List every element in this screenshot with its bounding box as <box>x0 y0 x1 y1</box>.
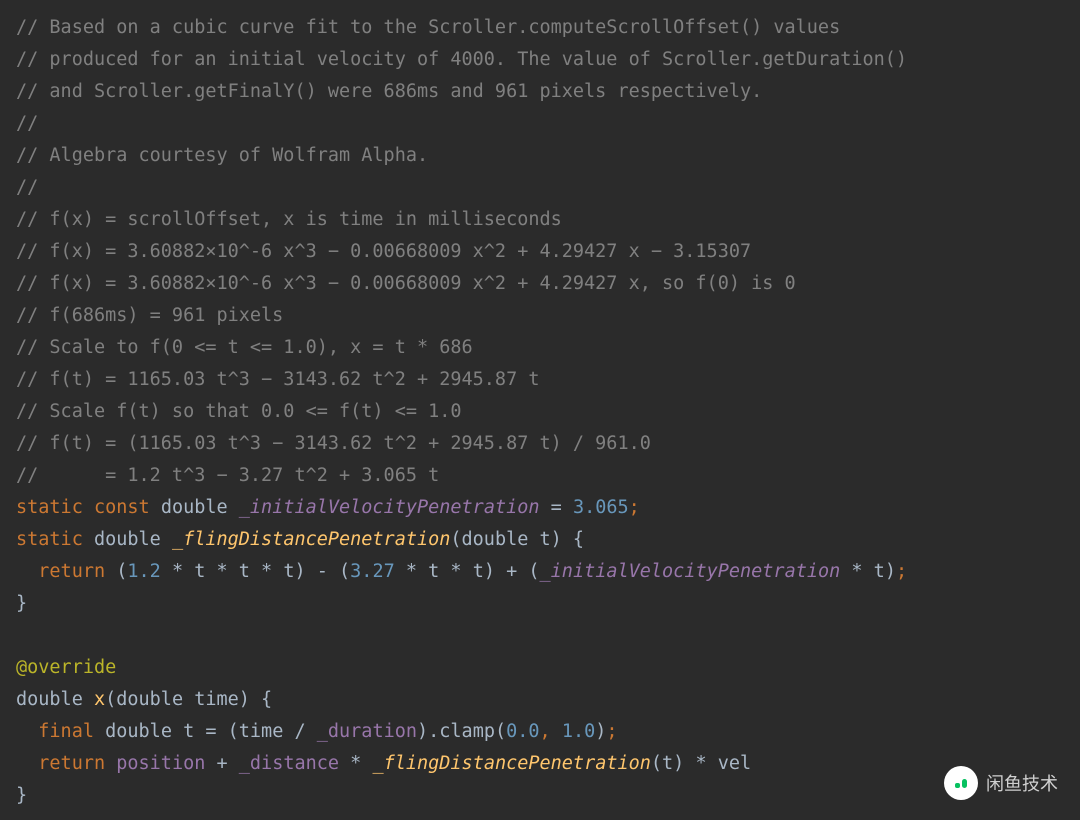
type-double: double <box>16 689 83 710</box>
keyword-const: const <box>94 497 150 518</box>
wechat-icon <box>944 766 978 800</box>
comment-line: // f(t) = 1165.03 t^3 − 3143.62 t^2 + 29… <box>16 369 539 390</box>
code-block: // Based on a cubic curve fit to the Scr… <box>0 0 1080 820</box>
var-duration: _duration <box>317 721 417 742</box>
function-fling-distance-penetration: _flingDistancePenetration <box>172 529 450 550</box>
var-initial-velocity-penetration: _initialVelocityPenetration <box>239 497 540 518</box>
var-distance: _distance <box>239 753 339 774</box>
comment-line: // f(x) = scrollOffset, x is time in mil… <box>16 209 562 230</box>
comment-line: // f(x) = 3.60882×10^-6 x^3 − 0.00668009… <box>16 273 796 294</box>
comment-line: // Scale to f(0 <= t <= 1.0), x = t * 68… <box>16 337 473 358</box>
brace-close: } <box>16 593 27 614</box>
keyword-final: final <box>38 721 94 742</box>
comment-line: // f(x) = 3.60882×10^-6 x^3 − 0.00668009… <box>16 241 751 262</box>
keyword-return: return <box>38 753 105 774</box>
function-fling-distance-penetration: _flingDistancePenetration <box>372 753 650 774</box>
keyword-static: static <box>16 497 83 518</box>
number-literal: 3.065 <box>573 497 629 518</box>
type-double: double <box>94 529 161 550</box>
comment-line: // <box>16 113 38 134</box>
type-double: double <box>161 497 228 518</box>
watermark-badge: 闲鱼技术 <box>944 766 1058 800</box>
comment-line: // f(686ms) = 961 pixels <box>16 305 283 326</box>
comment-line: // = 1.2 t^3 − 3.27 t^2 + 3.065 t <box>16 465 439 486</box>
method-x: x <box>94 689 105 710</box>
comment-line: // f(t) = (1165.03 t^3 − 3143.62 t^2 + 2… <box>16 433 651 454</box>
comment-line: // Scale f(t) so that 0.0 <= f(t) <= 1.0 <box>16 401 462 422</box>
keyword-static: static <box>16 529 83 550</box>
var-position: position <box>116 753 205 774</box>
comment-line: // <box>16 177 38 198</box>
var-initial-velocity-penetration: _initialVelocityPenetration <box>540 561 841 582</box>
annotation-override: @override <box>16 657 116 678</box>
watermark-text: 闲鱼技术 <box>986 770 1058 796</box>
comment-line: // and Scroller.getFinalY() were 686ms a… <box>16 81 762 102</box>
brace-close: } <box>16 785 27 806</box>
comment-line: // produced for an initial velocity of 4… <box>16 49 907 70</box>
comment-line: // Algebra courtesy of Wolfram Alpha. <box>16 145 428 166</box>
comment-line: // Based on a cubic curve fit to the Scr… <box>16 17 840 38</box>
keyword-return: return <box>38 561 105 582</box>
